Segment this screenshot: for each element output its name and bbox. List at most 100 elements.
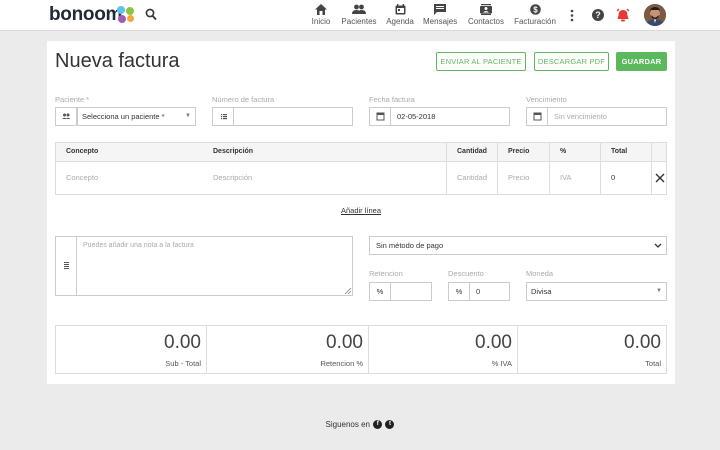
list-icon (221, 114, 227, 120)
grand-total-value: 0.00 (624, 332, 661, 353)
quantity-input[interactable]: Cantidad (446, 162, 497, 194)
page-title: Nueva factura (55, 50, 180, 72)
currency-select-value: Divisa (531, 287, 552, 296)
invoice-lines-table: Concepto Descripción Cantidad Precio % T… (55, 142, 667, 195)
nav-mensajes[interactable]: Mensajes (423, 4, 457, 26)
footer: Siguenos en f t (0, 420, 720, 430)
table-row: Concepto Descripción Cantidad Precio IVA… (56, 162, 666, 194)
follow-us-text: Siguenos en (325, 420, 370, 429)
note-addon (56, 237, 77, 295)
column-header-tax: % (549, 143, 600, 161)
retention-total-label: Retencion % (320, 359, 363, 368)
patient-select-box[interactable]: Selecciona un paciente * ▼ (77, 108, 195, 125)
payment-method-value: Sin método de pago (376, 241, 444, 250)
more-options-icon[interactable] (567, 8, 577, 23)
send-to-patient-button[interactable]: ENVIAR AL PACIENTE (436, 52, 526, 71)
retention-field[interactable]: % (369, 282, 432, 301)
due-date-field[interactable]: Sin vencimiento (526, 107, 667, 126)
subtotal-cell: 0.00 Sub - Total (56, 326, 207, 373)
resize-handle-icon[interactable] (345, 288, 351, 294)
contacts-icon (480, 4, 492, 15)
column-header-total: Total (600, 143, 651, 161)
nav-label: Pacientes (341, 17, 377, 26)
patient-select-value: Selecciona un paciente * (82, 112, 165, 121)
description-input[interactable]: Descripción (203, 162, 446, 194)
calendar-icon (395, 4, 405, 15)
nav-contactos[interactable]: Contactos (467, 4, 505, 26)
chevron-down-icon (654, 243, 662, 248)
calendar-icon (376, 112, 385, 121)
concept-input[interactable]: Concepto (56, 162, 203, 194)
user-avatar[interactable] (644, 4, 666, 26)
currency-label: Moneda (526, 269, 554, 278)
app-logo[interactable]: bonoom (49, 5, 122, 25)
add-line-link[interactable]: Añadir línea (341, 206, 381, 215)
due-date-input[interactable]: Sin vencimiento (554, 112, 607, 121)
nav-label: Mensajes (423, 17, 458, 26)
totals-summary: 0.00 Sub - Total 0.00 Retencion % 0.00 %… (55, 325, 667, 374)
tax-select[interactable]: IVA (549, 162, 600, 194)
discount-percent-addon: % (449, 283, 470, 300)
retention-percent-addon: % (370, 283, 391, 300)
nav-facturacion[interactable]: $ Facturación (514, 4, 556, 26)
top-navbar: bonoom Inicio Pacientes Agenda Mensajes … (0, 0, 720, 31)
note-textarea[interactable]: Puedes añadir una nota a la factura (83, 242, 194, 249)
nav-label: Facturación (514, 17, 556, 26)
patient-label: Paciente * (55, 95, 90, 104)
invoice-number-addon (213, 108, 234, 125)
delete-line-button[interactable] (651, 162, 667, 194)
svg-text:$: $ (533, 6, 538, 15)
invoice-date-input[interactable]: 02-05-2018 (397, 112, 435, 121)
invoice-number-label: Número de factura (212, 95, 275, 104)
discount-label: Descuento (448, 269, 484, 278)
save-button[interactable]: GUARDAR (616, 52, 667, 71)
tax-total-value: 0.00 (475, 332, 512, 353)
nav-label: Inicio (311, 17, 331, 26)
home-icon (315, 4, 327, 15)
chat-icon (434, 4, 446, 15)
table-header: Concepto Descripción Cantidad Precio % T… (56, 143, 666, 162)
logo-dots-icon (117, 6, 135, 24)
search-icon[interactable] (145, 8, 157, 22)
discount-field[interactable]: % 0 (448, 282, 510, 301)
retention-total-value: 0.00 (326, 332, 363, 353)
download-pdf-button[interactable]: DESCARGAR PDF (534, 52, 609, 71)
users-icon (352, 4, 366, 14)
grand-total-label: Total (645, 359, 661, 368)
column-header-actions (651, 143, 667, 161)
retention-label: Retencion (369, 269, 403, 278)
patient-select[interactable]: Selecciona un paciente * ▼ (55, 107, 196, 126)
subtotal-value: 0.00 (164, 332, 201, 353)
calendar-icon (533, 112, 542, 121)
line-total-value: 0 (600, 162, 651, 194)
alarm-icon[interactable] (616, 8, 630, 22)
close-icon (655, 173, 665, 183)
discount-input[interactable]: 0 (476, 287, 480, 296)
invoice-date-field[interactable]: 02-05-2018 (369, 107, 510, 126)
nav-label: Contactos (467, 17, 505, 26)
twitter-icon[interactable]: t (385, 420, 395, 430)
price-input[interactable]: Precio (497, 162, 549, 194)
column-header-quantity: Cantidad (446, 143, 497, 161)
due-date-label: Vencimiento (526, 95, 567, 104)
column-header-concept: Concepto (66, 148, 99, 155)
note-field[interactable]: Puedes añadir una nota a la factura (55, 236, 353, 296)
align-left-icon (64, 262, 69, 269)
avatar-image (644, 4, 666, 26)
invoice-date-label: Fecha factura (369, 95, 415, 104)
invoice-card: Nueva factura ENVIAR AL PACIENTE DESCARG… (47, 41, 675, 384)
tax-total-cell: 0.00 % IVA (369, 326, 518, 373)
nav-inicio[interactable]: Inicio (310, 4, 332, 26)
column-header-price: Precio (497, 143, 549, 161)
dollar-icon: $ (529, 4, 541, 15)
invoice-number-field[interactable] (212, 107, 353, 126)
nav-pacientes[interactable]: Pacientes (341, 4, 377, 26)
retention-total-cell: 0.00 Retencion % (207, 326, 369, 373)
payment-method-select[interactable]: Sin método de pago (369, 236, 667, 255)
users-icon (62, 113, 71, 119)
facebook-icon[interactable]: f (373, 420, 383, 430)
help-icon[interactable]: ? (592, 9, 604, 21)
currency-select[interactable]: Divisa ▼ (526, 282, 667, 301)
nav-agenda[interactable]: Agenda (386, 4, 414, 26)
subtotal-label: Sub - Total (165, 359, 201, 368)
